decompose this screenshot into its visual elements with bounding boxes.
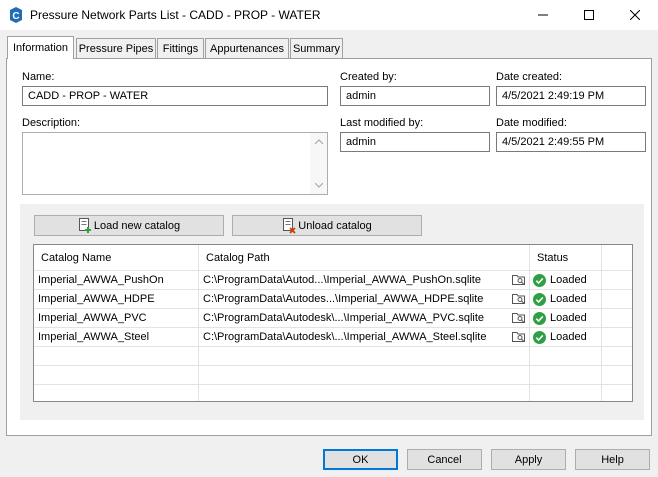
window-title: Pressure Network Parts List - CADD - PRO… [30, 8, 321, 22]
status-cell: Loaded [530, 271, 602, 290]
column-header-catalog-path[interactable]: Catalog Path [199, 245, 530, 271]
created-by-field: admin [340, 86, 490, 106]
unload-catalog-icon [283, 217, 296, 234]
unload-catalog-button[interactable]: Unload catalog [232, 215, 422, 236]
ok-button[interactable]: OK [323, 449, 398, 470]
tab-pressure-pipes[interactable]: Pressure Pipes [76, 38, 156, 58]
catalog-path-text: C:\ProgramData\Autodesk\...\Imperial_AWW… [203, 331, 487, 343]
catalog-name-cell: Imperial_AWWA_HDPE [34, 290, 199, 309]
catalog-name-cell: Imperial_AWWA_PushOn [34, 271, 199, 290]
browse-folder-icon[interactable] [512, 311, 526, 324]
scroll-up-arrow[interactable] [310, 133, 327, 150]
load-new-catalog-label: Load new catalog [93, 219, 181, 232]
catalog-path-cell: C:\ProgramData\Autodesk\...\Imperial_AWW… [199, 328, 530, 347]
catalog-path-cell: C:\ProgramData\Autodesk\...\Imperial_AWW… [199, 309, 530, 328]
help-button[interactable]: Help [575, 449, 650, 470]
close-button[interactable] [612, 0, 658, 30]
status-text: Loaded [550, 331, 587, 343]
empty-cell [530, 385, 602, 401]
check-circle-icon [533, 274, 546, 287]
browse-folder-icon[interactable] [512, 273, 526, 286]
date-modified-field: 4/5/2021 2:49:55 PM [496, 132, 646, 152]
catalog-name-cell: Imperial_AWWA_Steel [34, 328, 199, 347]
description-label: Description: [22, 117, 81, 129]
date-created-label: Date created: [496, 71, 563, 83]
close-icon [630, 10, 640, 20]
maximize-button[interactable] [566, 0, 612, 30]
tab-appurtenances[interactable]: Appurtenances [205, 38, 289, 58]
empty-table-row [34, 385, 632, 401]
empty-cell [34, 347, 199, 366]
check-circle-icon [533, 312, 546, 325]
last-modified-by-label: Last modified by: [340, 117, 424, 129]
chevron-up-icon [314, 139, 323, 144]
name-input[interactable]: CADD - PROP - WATER [22, 86, 328, 106]
svg-text:C: C [12, 11, 19, 22]
minimize-button[interactable] [520, 0, 566, 30]
description-textarea[interactable] [22, 132, 328, 195]
status-cell: Loaded [530, 290, 602, 309]
browse-folder-icon[interactable] [512, 292, 526, 305]
empty-cell [199, 366, 530, 385]
tab-fittings[interactable]: Fittings [157, 38, 204, 58]
status-cell: Loaded [530, 328, 602, 347]
name-label: Name: [22, 71, 55, 83]
created-by-label: Created by: [340, 71, 397, 83]
table-row[interactable]: Imperial_AWWA_Steel C:\ProgramData\Autod… [34, 328, 632, 347]
catalog-path-text: C:\ProgramData\Autodes...\Imperial_AWWA_… [203, 293, 484, 305]
catalog-path-cell: C:\ProgramData\Autodes...\Imperial_AWWA_… [199, 290, 530, 309]
browse-folder-icon[interactable] [512, 330, 526, 343]
check-circle-icon [533, 331, 546, 344]
status-text: Loaded [550, 312, 587, 324]
scroll-down-arrow[interactable] [310, 177, 327, 194]
chevron-down-icon [314, 183, 323, 188]
maximize-icon [584, 10, 594, 20]
column-header-status[interactable]: Status [530, 245, 602, 271]
empty-cell [530, 347, 602, 366]
unload-catalog-label: Unload catalog [298, 219, 372, 232]
civil3d-c-icon: C [10, 7, 22, 23]
catalog-path-text: C:\ProgramData\Autod...\Imperial_AWWA_Pu… [203, 274, 481, 286]
minimize-icon [538, 14, 548, 16]
description-scrollbar[interactable] [310, 133, 327, 194]
status-text: Loaded [550, 274, 587, 286]
table-row[interactable]: Imperial_AWWA_PVC C:\ProgramData\Autodes… [34, 309, 632, 328]
table-row[interactable]: Imperial_AWWA_PushOn C:\ProgramData\Auto… [34, 271, 632, 290]
last-modified-by-field: admin [340, 132, 490, 152]
tab-information[interactable]: Information [7, 36, 74, 59]
tab-summary[interactable]: Summary [290, 38, 343, 58]
empty-table-row [34, 347, 632, 366]
status-text: Loaded [550, 293, 587, 305]
catalog-table: Catalog Name Catalog Path Status Imperia… [33, 244, 633, 402]
date-modified-label: Date modified: [496, 117, 567, 129]
cancel-button[interactable]: Cancel [407, 449, 482, 470]
table-row[interactable]: Imperial_AWWA_HDPE C:\ProgramData\Autode… [34, 290, 632, 309]
check-circle-icon [533, 293, 546, 306]
date-created-field: 4/5/2021 2:49:19 PM [496, 86, 646, 106]
column-header-empty [602, 245, 632, 271]
catalog-path-text: C:\ProgramData\Autodesk\...\Imperial_AWW… [203, 312, 485, 324]
column-header-catalog-name[interactable]: Catalog Name [34, 245, 199, 271]
title-bar: C Pressure Network Parts List - CADD - P… [0, 0, 658, 30]
catalog-path-cell: C:\ProgramData\Autod...\Imperial_AWWA_Pu… [199, 271, 530, 290]
empty-cell [199, 347, 530, 366]
load-new-catalog-button[interactable]: Load new catalog [34, 215, 224, 236]
apply-button[interactable]: Apply [491, 449, 566, 470]
empty-cell [34, 366, 199, 385]
empty-cell [530, 366, 602, 385]
catalog-name-cell: Imperial_AWWA_PVC [34, 309, 199, 328]
empty-cell [199, 385, 530, 401]
empty-table-row [34, 366, 632, 385]
empty-cell [34, 385, 199, 401]
status-cell: Loaded [530, 309, 602, 328]
load-catalog-icon [78, 217, 91, 233]
